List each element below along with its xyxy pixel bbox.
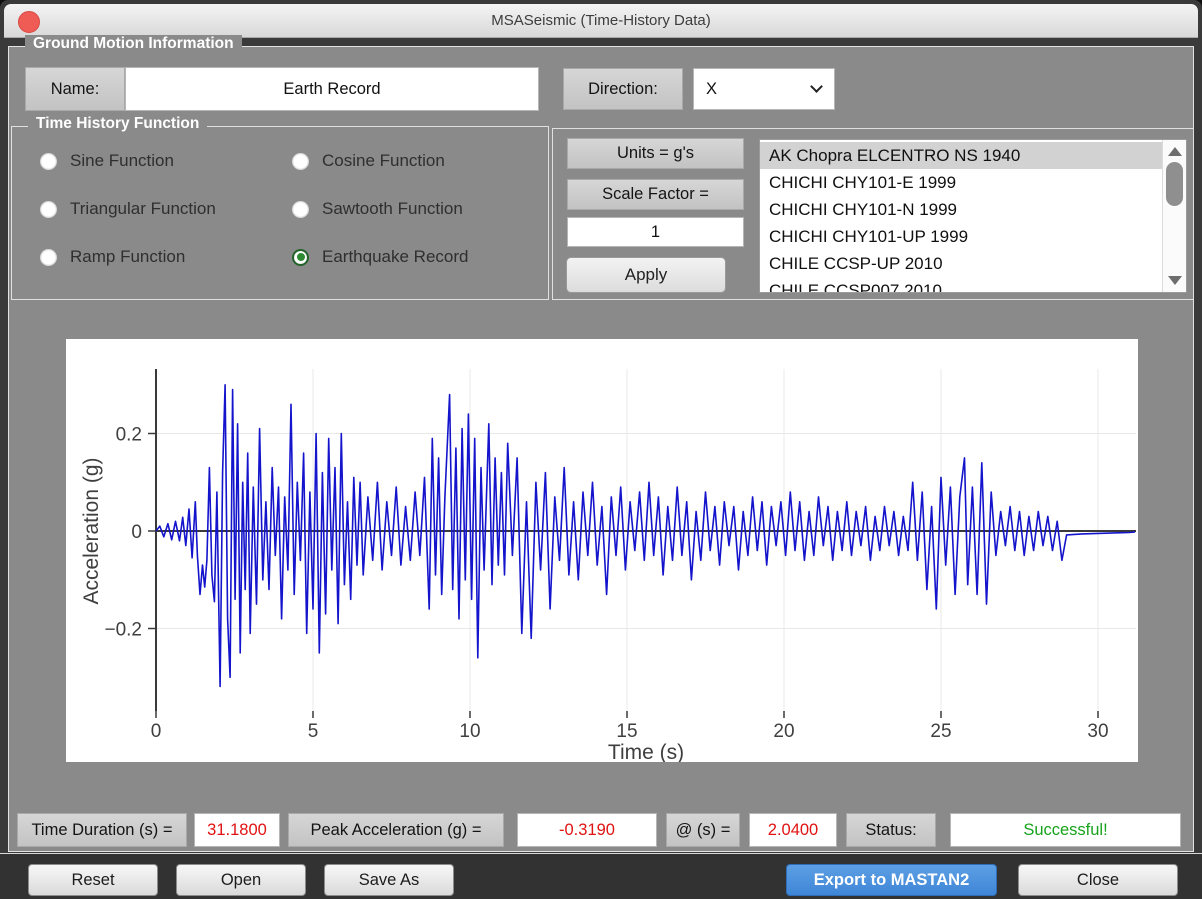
time-history-group-label: Time History Function [28,115,207,133]
svg-text:0.2: 0.2 [116,425,142,446]
close-button[interactable]: Close [1018,864,1178,896]
radio-ramp-function[interactable]: Ramp Function [40,247,292,267]
waveform-svg: 0 5 10 15 20 25 30 −0.2 0 0.2 Time (s) Acceleration… [66,339,1138,762]
svg-text:10: 10 [459,721,480,742]
earthquake-controls-group: Units = g's Scale Factor = 1 Apply AK Ch… [552,128,1194,300]
acceleration-plot: 0 5 10 15 20 25 30 −0.2 0 0.2 Time (s) Acceleration… [66,339,1138,762]
reset-button[interactable]: Reset [28,864,158,896]
direction-label: Direction: [563,68,683,110]
record-list-item[interactable]: CHICHI CHY101-N 1999 [760,196,1162,223]
records-scrollbar[interactable] [1162,140,1186,292]
radio-cosine-function[interactable]: Cosine Function [292,151,528,171]
svg-text:30: 30 [1087,721,1108,742]
export-to-mastan2-button[interactable]: Export to MASTAN2 [786,864,997,896]
radio-sine-function[interactable]: Sine Function [40,151,292,171]
chevron-down-icon [810,80,823,93]
record-list-items: AK Chopra ELCENTRO NS 1940CHICHI CHY101-… [760,140,1162,292]
title-bar: MSASeismic (Time-History Data) [4,4,1198,38]
radio-label: Sawtooth Function [322,199,463,219]
radio-label: Sine Function [70,151,174,171]
scale-factor-input[interactable]: 1 [567,217,744,247]
open-button[interactable]: Open [176,864,306,896]
record-list-item[interactable]: CHICHI CHY101-UP 1999 [760,223,1162,250]
name-input[interactable]: Earth Record [125,67,539,111]
svg-text:Acceleration (g): Acceleration (g) [80,457,103,604]
save-as-button[interactable]: Save As [324,864,454,896]
ground-motion-panel: Ground Motion Information Name: Earth Re… [8,46,1194,852]
at-time-value: 2.0400 [749,813,837,847]
time-history-group: Time History Function Sine FunctionCosin… [11,126,549,300]
app-window: MSASeismic (Time-History Data) Ground Mo… [0,0,1202,899]
svg-text:5: 5 [308,721,319,742]
radio-circle-icon[interactable] [292,249,309,266]
radio-label: Triangular Function [70,199,216,219]
apply-button[interactable]: Apply [566,257,726,293]
radio-circle-icon[interactable] [40,249,57,266]
svg-text:15: 15 [616,721,637,742]
scrollbar-thumb[interactable] [1166,162,1183,206]
scroll-up-icon[interactable] [1168,147,1182,156]
status-label: Status: [846,813,936,847]
time-duration-value: 31.1800 [194,813,280,847]
units-label: Units = g's [567,138,744,169]
status-value: Successful! [950,813,1181,847]
ground-motion-group-label: Ground Motion Information [25,35,242,53]
waveform-line [156,385,1135,687]
footer-bar: Reset Open Save As Export to MASTAN2 Clo… [0,853,1202,899]
svg-text:20: 20 [773,721,794,742]
radio-circle-icon[interactable] [40,201,57,218]
record-list-item[interactable]: CHILE CCSP007 2010 [760,277,1162,293]
scroll-down-icon[interactable] [1168,276,1182,285]
radio-circle-icon[interactable] [40,153,57,170]
time-duration-label: Time Duration (s) = [17,813,187,847]
svg-text:0: 0 [151,721,162,742]
name-label: Name: [25,67,125,111]
radio-earthquake-record[interactable]: Earthquake Record [292,247,528,267]
at-time-label: @ (s) = [666,813,740,847]
radio-circle-icon[interactable] [292,153,309,170]
radio-label: Ramp Function [70,247,185,267]
svg-text:−0.2: −0.2 [104,620,142,641]
svg-text:25: 25 [930,721,951,742]
time-history-options: Sine Function Cosine Function Triangular F… [40,137,528,291]
peak-acceleration-label: Peak Acceleration (g) = [288,813,504,847]
radio-label: Cosine Function [322,151,445,171]
radio-label: Earthquake Record [322,247,468,267]
record-list-item[interactable]: CHICHI CHY101-E 1999 [760,169,1162,196]
radio-sawtooth-function[interactable]: Sawtooth Function [292,199,528,219]
svg-text:Time (s): Time (s) [608,741,684,762]
record-list-item[interactable]: CHILE CCSP-UP 2010 [760,250,1162,277]
record-listbox[interactable]: AK Chopra ELCENTRO NS 1940CHICHI CHY101-… [759,139,1187,293]
record-list-item[interactable]: AK Chopra ELCENTRO NS 1940 [760,142,1162,169]
direction-select[interactable]: X [693,68,835,110]
window-title: MSASeismic (Time-History Data) [4,4,1198,38]
direction-selected-value: X [706,80,717,99]
radio-circle-icon[interactable] [292,201,309,218]
svg-text:0: 0 [131,522,142,543]
scale-factor-label: Scale Factor = [567,179,744,210]
peak-acceleration-value: -0.3190 [517,813,657,847]
radio-triangular-function[interactable]: Triangular Function [40,199,292,219]
